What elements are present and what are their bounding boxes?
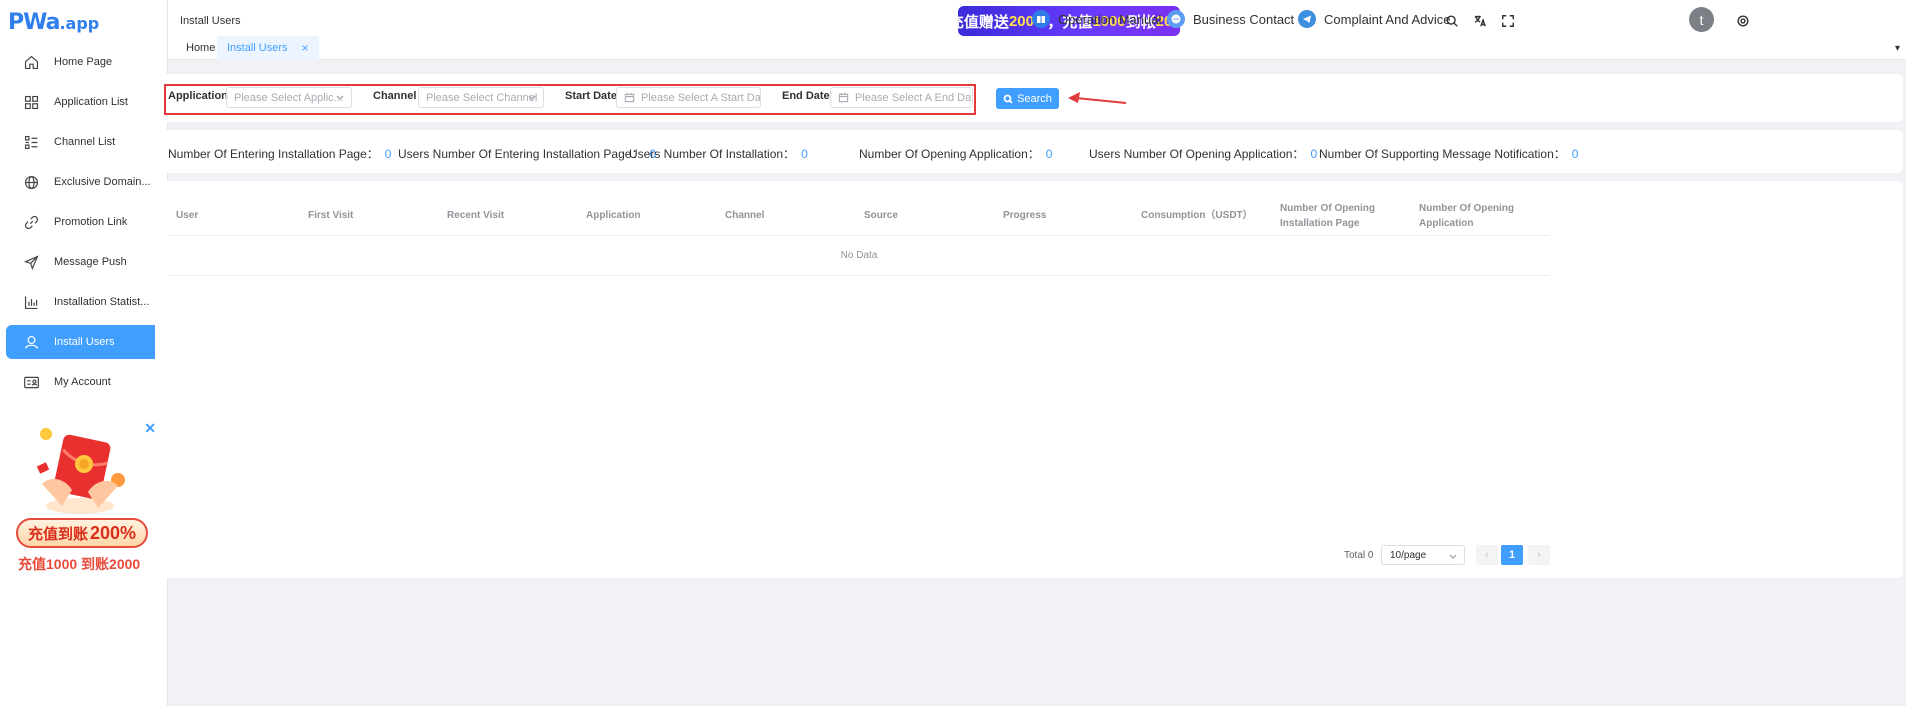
sidebar-item-exclusive-domain[interactable]: Exclusive Domain... bbox=[6, 165, 161, 199]
tabs-bar: Home Page Install Users × ▾ bbox=[168, 36, 1906, 60]
sidebar-item-promotion-link[interactable]: Promotion Link bbox=[6, 205, 161, 239]
calendar-icon bbox=[624, 92, 635, 103]
page-number-button[interactable]: 1 bbox=[1501, 545, 1523, 565]
chevron-down-icon bbox=[335, 92, 345, 102]
complaint-advice-link[interactable]: Complaint And Advice bbox=[1298, 10, 1450, 28]
chat-icon bbox=[1167, 10, 1185, 28]
stat-users-opening-application: Users Number Of Opening Application： 0 bbox=[1089, 147, 1318, 161]
search-icon[interactable] bbox=[1443, 12, 1461, 30]
stat-supporting-message-notification: Number Of Supporting Message Notificatio… bbox=[1319, 147, 1579, 161]
prev-page-button[interactable]: ‹ bbox=[1476, 545, 1498, 565]
sidebar-menu: Home Page Application List Channel List … bbox=[0, 45, 167, 399]
chevron-down-icon bbox=[1448, 551, 1458, 561]
column-header[interactable]: User bbox=[176, 195, 198, 236]
fullscreen-icon[interactable] bbox=[1499, 12, 1517, 30]
start-date-picker[interactable]: Please Select A Start Date bbox=[616, 87, 761, 108]
stat-entering-installation-page: Number Of Entering Installation Page： 0 bbox=[168, 147, 392, 161]
tab-install-users[interactable]: Install Users × bbox=[217, 36, 319, 60]
sidebar-item-label: Channel List bbox=[54, 136, 116, 148]
account-card-icon bbox=[22, 373, 40, 391]
column-header[interactable]: Consumption（USDT） bbox=[1141, 195, 1253, 236]
sidebar-item-install-users[interactable]: Install Users bbox=[6, 325, 161, 359]
sidebar-item-label: Install Users bbox=[54, 336, 115, 348]
breadcrumb: Install Users bbox=[180, 14, 241, 27]
sidebar-item-label: My Account bbox=[54, 376, 111, 388]
application-select[interactable]: Please Select Applic... bbox=[226, 87, 352, 108]
column-header[interactable]: Source bbox=[864, 195, 898, 236]
promo-ad[interactable]: ✕ 充值到账 200% 充值1000 到账2000 bbox=[14, 414, 156, 579]
stat-users-entering-installation-page: Users Number Of Entering Installation Pa… bbox=[398, 147, 657, 161]
column-header[interactable]: Recent Visit bbox=[447, 195, 504, 236]
bar-chart-icon bbox=[22, 293, 40, 311]
search-icon bbox=[1003, 94, 1013, 104]
page-size-select[interactable]: 10/page bbox=[1381, 545, 1465, 565]
telegram-icon bbox=[1298, 10, 1316, 28]
settings-icon[interactable] bbox=[1734, 12, 1752, 30]
sidebar-item-message-push[interactable]: Message Push bbox=[6, 245, 161, 279]
annotation-arrow bbox=[1068, 92, 1127, 104]
book-icon bbox=[1032, 10, 1050, 28]
sidebar-item-installation-statistics[interactable]: Installation Statist... bbox=[6, 285, 161, 319]
home-icon bbox=[22, 53, 40, 71]
calendar-icon bbox=[838, 92, 849, 103]
grid-icon bbox=[22, 93, 40, 111]
user-icon bbox=[22, 333, 40, 351]
pagination-total: Total 0 bbox=[1344, 549, 1374, 561]
link-icon bbox=[22, 213, 40, 231]
sidebar-item-label: Promotion Link bbox=[54, 216, 128, 228]
channel-select[interactable]: Please Select Channel bbox=[418, 87, 544, 108]
sidebar-item-label: Application List bbox=[54, 96, 128, 108]
sidebar-item-label: Message Push bbox=[54, 256, 127, 268]
sidebar-item-my-account[interactable]: My Account bbox=[6, 365, 161, 399]
channel-label: Channel bbox=[373, 90, 417, 102]
close-tab-icon[interactable]: × bbox=[302, 41, 309, 55]
application-label: Application bbox=[168, 90, 228, 102]
table-header: User First Visit Recent Visit Applicatio… bbox=[168, 195, 1550, 236]
send-icon bbox=[22, 253, 40, 271]
sidebar-item-label: Installation Statist... bbox=[54, 296, 150, 308]
promo-subtext: 充值1000 到账2000 bbox=[18, 556, 141, 572]
translate-icon[interactable] bbox=[1471, 12, 1489, 30]
column-header[interactable]: Number Of Opening Application bbox=[1419, 195, 1529, 236]
sidebar-item-label: Exclusive Domain... bbox=[54, 176, 151, 188]
column-header[interactable]: Application bbox=[586, 195, 640, 236]
end-date-label: End Date bbox=[782, 90, 830, 102]
logo[interactable]: PWa.app bbox=[0, 0, 167, 45]
list-icon bbox=[22, 133, 40, 151]
stats-card: Number Of Entering Installation Page： 0 U… bbox=[155, 130, 1903, 173]
start-date-label: Start Date bbox=[565, 90, 617, 102]
end-date-picker[interactable]: Please Select A End Date bbox=[830, 87, 973, 108]
sidebar-item-channel-list[interactable]: Channel List bbox=[6, 125, 161, 159]
column-header[interactable]: Progress bbox=[1003, 195, 1046, 236]
filter-card: Application Please Select Applic... Chan… bbox=[155, 74, 1903, 122]
sidebar-item-home-page[interactable]: Home Page bbox=[6, 45, 161, 79]
logo-text: PWa.app bbox=[8, 10, 100, 35]
column-header[interactable]: Number Of Opening Installation Page bbox=[1280, 195, 1390, 236]
avatar[interactable]: t bbox=[1689, 7, 1714, 32]
empty-table-row: No Data bbox=[168, 236, 1550, 276]
globe-icon bbox=[22, 173, 40, 191]
stat-opening-application: Number Of Opening Application： 0 bbox=[859, 147, 1053, 161]
stat-users-installation: Users Number Of Installation： 0 bbox=[629, 147, 808, 161]
column-header[interactable]: First Visit bbox=[308, 195, 353, 236]
operation-manual-link[interactable]: Operation Manual bbox=[1032, 10, 1161, 28]
business-contact-link[interactable]: Business Contact bbox=[1167, 10, 1294, 28]
column-header[interactable]: Channel bbox=[725, 195, 764, 236]
search-button[interactable]: Search bbox=[996, 88, 1059, 109]
sidebar: PWa.app Home Page Application List Chann… bbox=[0, 0, 168, 706]
red-envelope-icon bbox=[36, 428, 125, 514]
table-card: User First Visit Recent Visit Applicatio… bbox=[155, 181, 1903, 578]
sidebar-item-label: Home Page bbox=[54, 56, 113, 68]
chevron-down-icon bbox=[527, 92, 537, 102]
chevron-down-icon[interactable]: ▾ bbox=[1895, 36, 1900, 60]
sidebar-item-application-list[interactable]: Application List bbox=[6, 85, 161, 119]
next-page-button[interactable]: › bbox=[1528, 545, 1550, 565]
promo-badge: 充值到账 200% bbox=[16, 518, 148, 548]
